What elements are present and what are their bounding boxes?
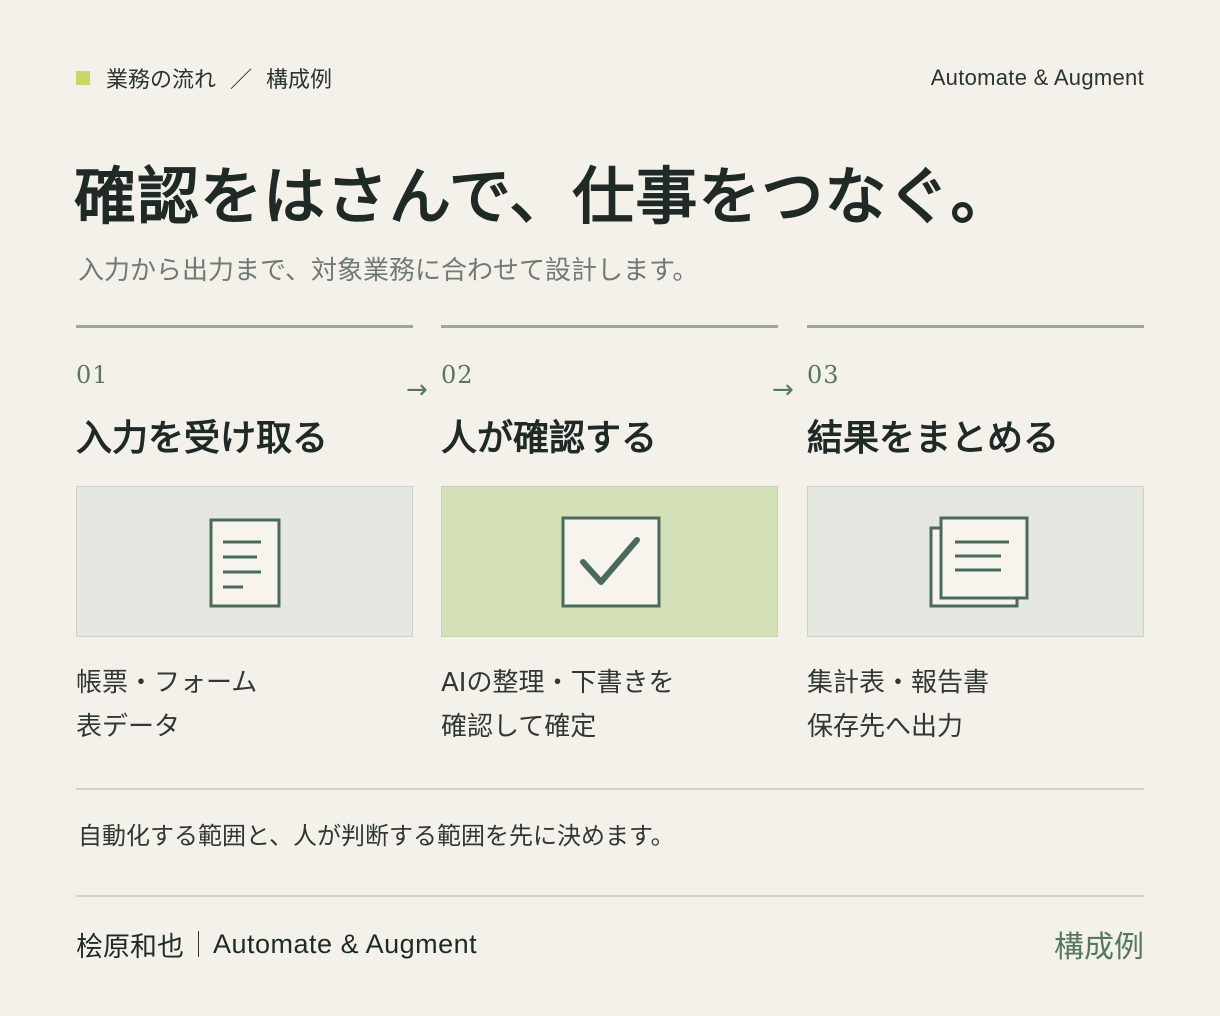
step-description-line: 表データ <box>76 712 181 742</box>
step-description: 集計表・報告書 保存先へ出力 <box>807 661 989 749</box>
author-name: 桧原和也 <box>76 931 184 963</box>
step-description: AIの整理・下書きを 確認して確定 <box>441 661 674 749</box>
step-divider <box>76 325 413 328</box>
eyebrow: 業務の流れ ／ 構成例 <box>76 62 332 94</box>
section-divider <box>76 788 1144 790</box>
step-title: 人が確認する <box>441 418 658 459</box>
stacked-documents-icon <box>929 516 1028 607</box>
header: 業務の流れ ／ 構成例 Automate & Augment <box>76 62 1144 94</box>
summary-note: 自動化する範囲と、人が判断する範囲を先に決めます。 <box>78 822 675 850</box>
step-divider <box>441 325 778 328</box>
step-number: 01 <box>76 361 109 389</box>
eyebrow-separator: ／ <box>230 68 253 93</box>
step-title: 結果をまとめる <box>807 418 1060 459</box>
step-description-line: 確認して確定 <box>441 712 597 742</box>
arrow-right-icon: → <box>772 375 794 405</box>
checkbox-icon <box>561 516 660 607</box>
step-description-line: AIの整理・下書きを <box>441 668 675 698</box>
step-review: → 02 人が確認する AIの整理・下書きを 確認して確定 <box>406 325 778 755</box>
arrow-right-icon: → <box>406 375 428 405</box>
footer-brand: Automate & Augment <box>213 928 478 959</box>
footer-credit: 桧原和也 Automate & Augment <box>76 925 477 964</box>
footer-separator <box>198 931 199 957</box>
step-illustration <box>807 486 1144 637</box>
step-illustration <box>76 486 413 637</box>
step-number: 03 <box>807 361 840 389</box>
footer-divider <box>76 895 1144 897</box>
eyebrow-section: 業務の流れ <box>106 68 217 93</box>
footer-label: 構成例 <box>1054 930 1144 965</box>
step-description-line: 帳票・フォーム <box>76 668 258 698</box>
step-description: 帳票・フォーム 表データ <box>76 661 257 749</box>
accent-square-icon <box>76 71 90 85</box>
step-input: 01 入力を受け取る 帳票・フォーム 表データ <box>76 325 413 755</box>
step-description-line: 集計表・報告書 <box>807 668 990 698</box>
page-subtitle: 入力から出力まで、対象業務に合わせて設計します。 <box>78 256 699 286</box>
step-output: → 03 結果をまとめる 集計表・報告書 保存先へ出力 <box>772 325 1144 755</box>
step-divider <box>807 325 1144 328</box>
eyebrow-subsection: 構成例 <box>266 68 333 93</box>
brand-name: Automate & Augment <box>930 65 1144 90</box>
step-description-line: 保存先へ出力 <box>807 712 964 742</box>
footer: 桧原和也 Automate & Augment 構成例 <box>76 922 1144 966</box>
page-title: 確認をはさんで、仕事をつなぐ。 <box>74 160 1014 233</box>
process-steps: 01 入力を受け取る 帳票・フォーム 表データ → 02 人が確認する AIの整… <box>76 325 1144 755</box>
step-illustration <box>441 486 778 637</box>
document-icon <box>209 518 280 607</box>
step-title: 入力を受け取る <box>76 418 329 459</box>
step-number: 02 <box>441 361 474 389</box>
